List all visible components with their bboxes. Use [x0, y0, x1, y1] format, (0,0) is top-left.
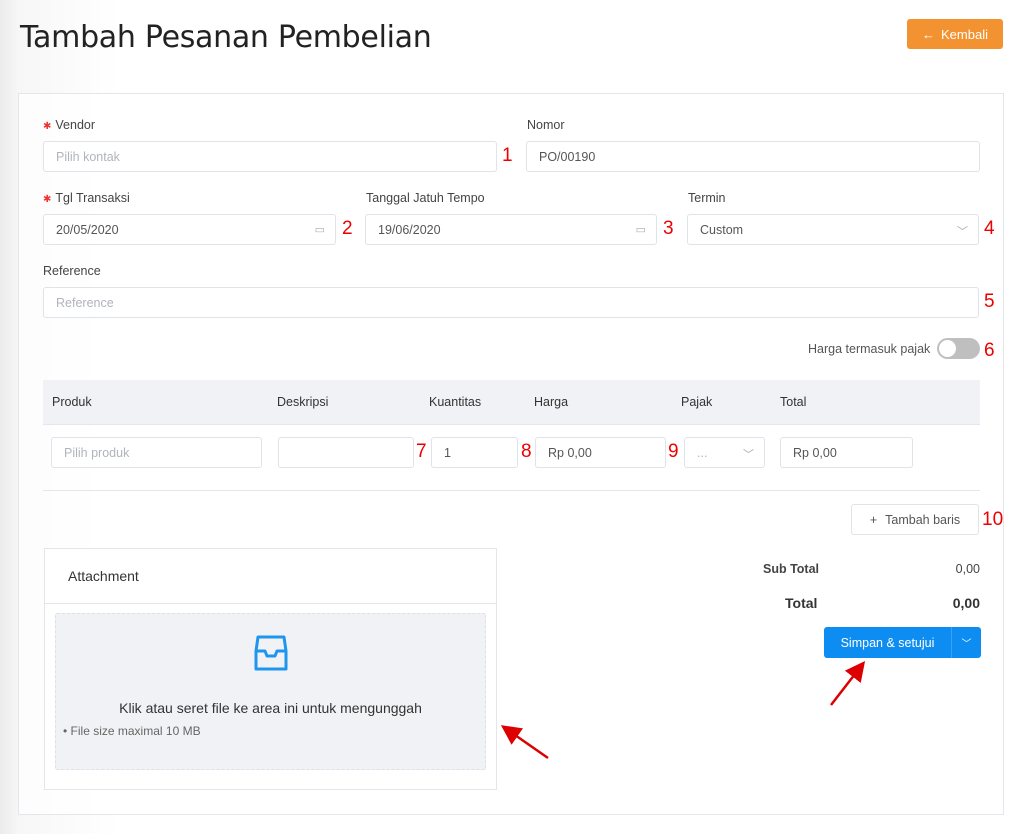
arrow-to-save-button [830, 661, 866, 706]
arrow-to-dropzone [500, 725, 549, 760]
annotation-arrows [500, 661, 866, 760]
